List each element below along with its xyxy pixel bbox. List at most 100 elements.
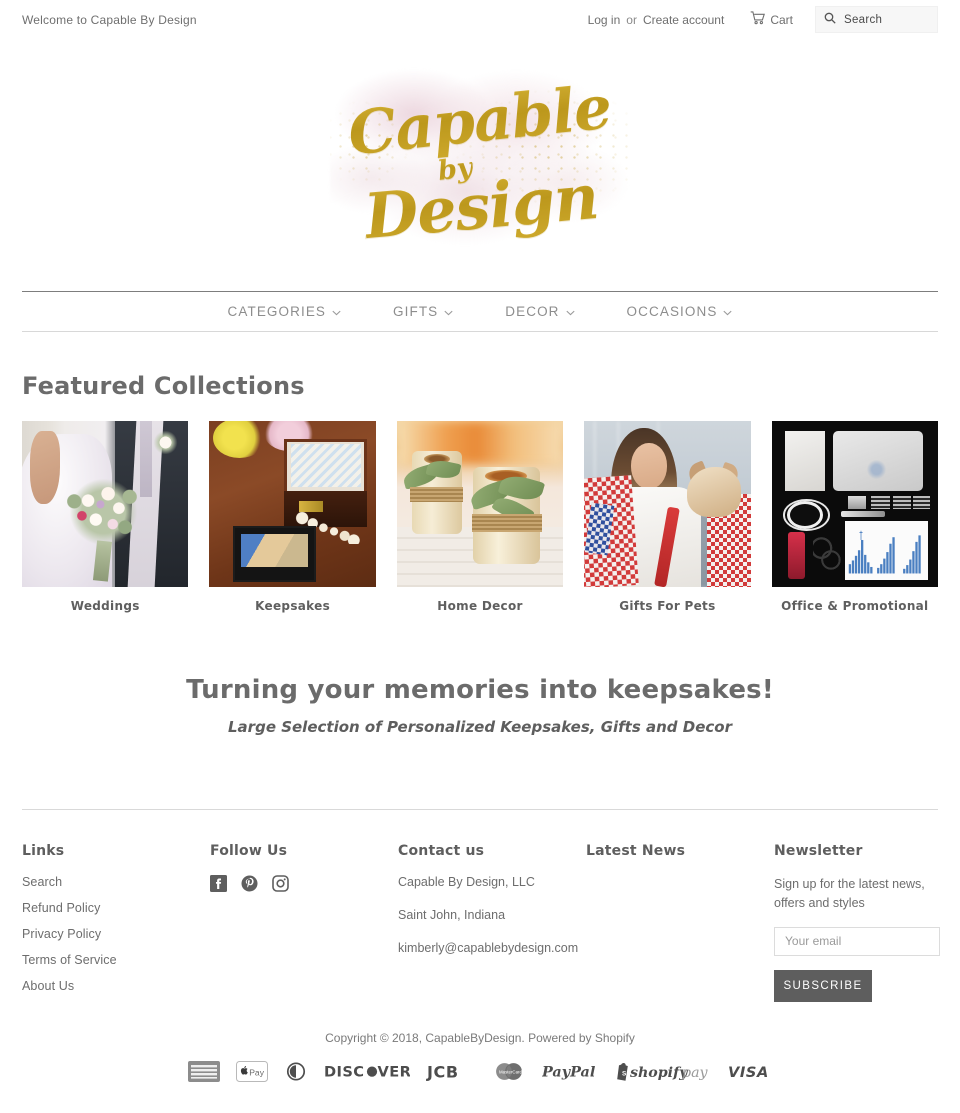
footer-link-search[interactable]: Search — [22, 875, 210, 889]
footer-column-newsletter: Newsletter Sign up for the latest news, … — [774, 843, 940, 1005]
footer-contact-title: Contact us — [398, 843, 485, 859]
discover-icon: DISC VER — [324, 1061, 411, 1087]
woman-with-dog-photo — [584, 421, 751, 587]
candles-photo — [396, 421, 564, 587]
nav-label: DECOR — [505, 304, 560, 319]
newsletter-description: Sign up for the latest news, offers and … — [774, 877, 925, 911]
footer-column-latest-news: Latest News — [586, 843, 774, 1005]
contact-location: Saint John, Indiana — [398, 908, 506, 922]
search-input[interactable] — [842, 12, 929, 27]
copyright-prefix: Copyright © 2018, — [325, 1031, 423, 1045]
collection-label: Weddings — [70, 599, 140, 613]
collection-card-office-promotional[interactable]: Office & Promotional — [771, 421, 938, 613]
collection-label: Gifts For Pets — [619, 599, 716, 613]
logo-artwork: Capable by Design — [330, 57, 630, 273]
nav-item-decor[interactable]: DECOR — [505, 304, 575, 319]
storefront-page: Welcome to Capable By Design Log in or C… — [0, 0, 960, 1113]
svg-text:JCB: JCB — [426, 1062, 459, 1081]
collection-card-weddings[interactable]: Weddings — [22, 421, 189, 613]
site-footer: Links Search Refund Policy Privacy Polic… — [0, 810, 960, 1005]
paypal-icon: PayPal — [541, 1061, 600, 1087]
footer-links-title: Links — [22, 843, 65, 859]
svg-text:VISA: VISA — [728, 1064, 769, 1081]
footer-link-privacy-policy[interactable]: Privacy Policy — [22, 927, 210, 941]
main-navigation: CATEGORIES GIFTS DECOR OCCASIONS — [0, 292, 960, 331]
svg-text:MasterCard: MasterCard — [499, 1070, 522, 1075]
newsletter-email-input[interactable] — [774, 926, 940, 956]
cart-link[interactable]: Cart — [750, 11, 793, 28]
collection-thumbnail-weddings — [22, 421, 189, 587]
subscribe-button[interactable]: SUBSCRIBE — [774, 969, 872, 1002]
american-express-icon — [188, 1061, 220, 1087]
svg-text:Pay: Pay — [249, 1067, 265, 1077]
svg-text:pay: pay — [682, 1065, 709, 1081]
collection-label: Keepsakes — [255, 599, 331, 613]
collection-card-gifts-for-pets[interactable]: Gifts For Pets — [584, 421, 751, 613]
collection-grid: Weddings Keepsakes Home Decor Gifts For … — [22, 421, 938, 613]
chevron-down-icon — [565, 304, 575, 319]
welcome-message: Welcome to Capable By Design — [22, 12, 197, 27]
or-label: or — [626, 12, 637, 27]
footer-link-terms-of-service[interactable]: Terms of Service — [22, 953, 210, 967]
shopify-pay-icon: S shopify pay — [616, 1061, 712, 1087]
chevron-down-icon — [723, 304, 733, 319]
collection-card-home-decor[interactable]: Home Decor — [396, 421, 564, 613]
site-logo[interactable]: Capable by Design — [0, 39, 960, 291]
nav-label: CATEGORIES — [227, 304, 327, 319]
page-title: Featured Collections — [22, 372, 305, 400]
svg-text:DISC: DISC — [324, 1064, 364, 1081]
footer-newsletter-title: Newsletter — [774, 843, 863, 859]
login-link[interactable]: Log in — [588, 13, 621, 27]
keepsake-box-photo — [209, 421, 376, 587]
contact-company: Capable By Design, LLC — [398, 875, 535, 889]
top-bar: Welcome to Capable By Design Log in or C… — [0, 0, 960, 39]
collection-label: Office & Promotional — [781, 599, 929, 613]
collection-card-keepsakes[interactable]: Keepsakes — [209, 421, 376, 613]
top-bar-right: Log in or Create account Cart — [588, 6, 938, 33]
wedding-photo — [22, 421, 189, 587]
nav-label: OCCASIONS — [626, 304, 718, 319]
master-icon: MasterCard — [492, 1061, 526, 1087]
powered-by-label: Powered by — [528, 1031, 592, 1045]
contact-email: kimberly@capablebydesign.com — [398, 941, 579, 955]
tagline-heading: Turning your memories into keepsakes! — [186, 675, 774, 705]
collection-thumbnail-gifts-for-pets — [584, 421, 751, 587]
search-icon — [824, 12, 836, 27]
footer-link-about-us[interactable]: About Us — [22, 979, 210, 993]
collection-thumbnail-office-promotional — [771, 421, 938, 587]
collection-label: Home Decor — [437, 599, 523, 613]
store-name-link[interactable]: CapableByDesign. — [425, 1031, 524, 1045]
nav-label: GIFTS — [393, 304, 439, 319]
chevron-down-icon — [444, 304, 453, 319]
collection-thumbnail-keepsakes — [209, 421, 376, 587]
svg-text:VER: VER — [378, 1064, 411, 1081]
svg-text:S: S — [622, 1071, 627, 1078]
copyright-line: Copyright © 2018, CapableByDesign. Power… — [0, 1005, 960, 1045]
nav-item-gifts[interactable]: GIFTS — [393, 304, 453, 319]
cart-label: Cart — [770, 12, 793, 27]
diners-club-icon — [284, 1061, 308, 1087]
footer-latest-news-title: Latest News — [586, 843, 686, 859]
facebook-icon[interactable] — [210, 875, 227, 897]
jcb-icon: JCB — [426, 1061, 476, 1087]
search-box[interactable] — [815, 6, 938, 33]
footer-column-follow: Follow Us — [210, 843, 398, 1005]
visa-icon: VISA — [728, 1061, 772, 1087]
footer-column-contact: Contact us Capable By Design, LLC Saint … — [398, 843, 586, 1005]
create-account-link[interactable]: Create account — [643, 13, 724, 27]
featured-collections-section: Featured Collections Weddings Keepsakes … — [0, 332, 960, 613]
shopify-link[interactable]: Shopify — [595, 1031, 635, 1045]
footer-column-links: Links Search Refund Policy Privacy Polic… — [22, 843, 210, 1005]
collection-thumbnail-home-decor — [396, 421, 564, 587]
svg-text:shopify: shopify — [630, 1065, 689, 1081]
tagline-subheading: Large Selection of Personalized Keepsake… — [228, 718, 732, 736]
instagram-icon[interactable] — [272, 875, 289, 897]
pinterest-icon[interactable] — [241, 875, 258, 897]
footer-link-refund-policy[interactable]: Refund Policy — [22, 901, 210, 915]
nav-item-categories[interactable]: CATEGORIES — [228, 304, 342, 319]
nav-item-occasions[interactable]: OCCASIONS — [627, 304, 733, 319]
social-links — [210, 875, 398, 897]
tagline-section: Turning your memories into keepsakes! La… — [0, 613, 960, 736]
cart-icon — [750, 11, 766, 28]
chevron-down-icon — [332, 304, 341, 319]
